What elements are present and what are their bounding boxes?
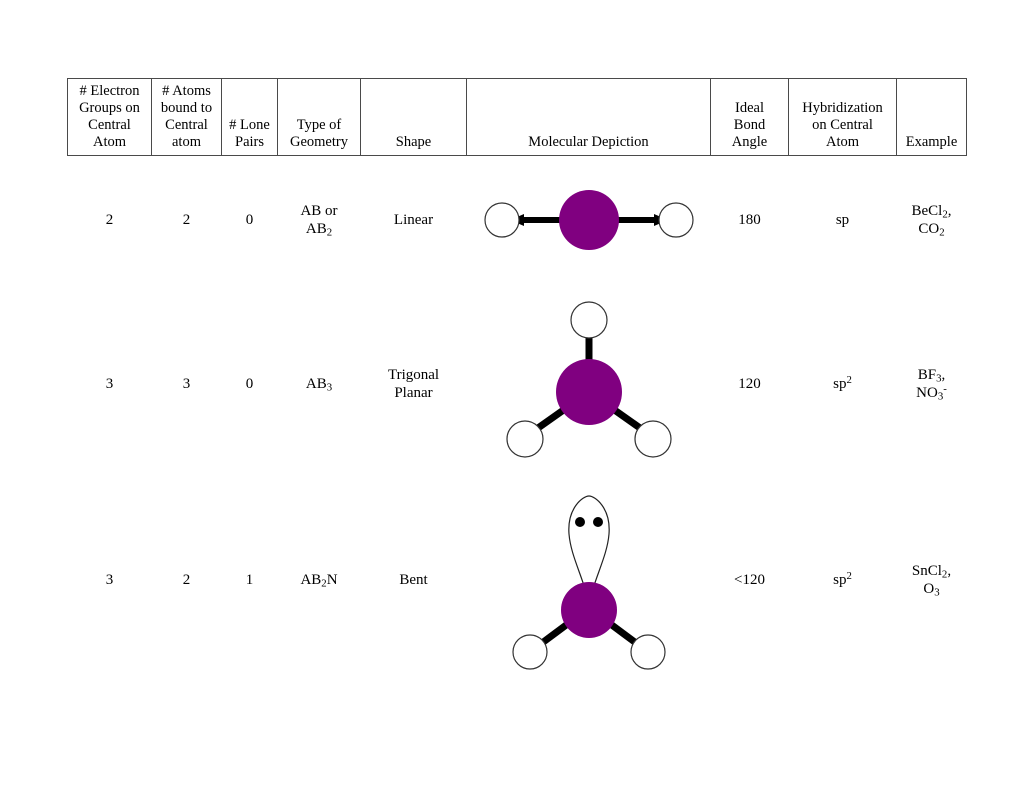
cell-molecular-depiction <box>467 284 711 484</box>
cell-molecular-depiction <box>467 484 711 676</box>
terminal-atom-right <box>657 202 694 239</box>
cell-bond-angle: 180 <box>738 212 761 229</box>
central-atom <box>555 358 622 425</box>
cell-shape: Trigonal Planar <box>387 367 440 402</box>
column-header-geometry-type: Type of Geometry <box>277 77 361 157</box>
column-header-example: Example <box>896 77 967 157</box>
terminal-atom-lower-left <box>511 634 548 670</box>
trigonal-planar-molecule-diagram <box>467 297 711 472</box>
cell-lone-pairs: 0 <box>245 376 254 393</box>
cell-bond-angle: 120 <box>738 376 761 393</box>
cell-geometry-type: AB or AB2 <box>300 203 338 239</box>
terminal-atom-top <box>569 301 608 339</box>
cell-atoms-bound: 2 <box>182 572 191 589</box>
lone-pair-electron-dot-left <box>574 516 585 527</box>
cell-electron-groups: 3 <box>105 376 114 393</box>
cell-hybridization: sp <box>835 212 850 229</box>
vsepr-geometry-table: # Electron Groups on Central Atom # Atom… <box>67 77 967 677</box>
table-row: 2 2 0 AB or AB2 Linear 180 sp BeCl2, CO2 <box>68 156 967 285</box>
cell-electron-groups: 2 <box>105 212 114 229</box>
vsepr-table-sheet: # Electron Groups on Central Atom # Atom… <box>67 77 967 677</box>
linear-molecule-svg <box>483 190 694 251</box>
terminal-atom-lower-left <box>505 420 544 458</box>
table-header: # Electron Groups on Central Atom # Atom… <box>67 77 967 157</box>
table-row: 3 2 1 AB2N Bent <120 sp2 SnCl2, O3 <box>68 484 967 676</box>
linear-molecule-diagram <box>467 185 711 255</box>
column-header-shape: Shape <box>360 77 467 157</box>
table-row: 3 3 0 AB3 Trigonal Planar 120 sp2 BF3, N… <box>68 284 967 484</box>
cell-lone-pairs: 1 <box>245 572 254 589</box>
table-body: 2 2 0 AB or AB2 Linear 180 sp BeCl2, CO2… <box>68 156 967 677</box>
column-header-lone-pairs: # Lone Pairs <box>221 77 278 157</box>
cell-bond-angle: <120 <box>734 572 765 589</box>
lone-pair-electron-dot-right <box>592 516 603 527</box>
terminal-atom-left <box>483 202 520 239</box>
cell-lone-pairs: 0 <box>245 212 254 229</box>
column-header-bond-angle: Ideal Bond Angle <box>710 77 789 157</box>
cell-molecular-depiction <box>467 156 711 285</box>
terminal-atom-lower-right <box>633 420 672 458</box>
central-atom <box>558 190 619 251</box>
bent-molecule-diagram <box>467 488 711 673</box>
cell-hybridization: sp2 <box>833 374 852 393</box>
column-header-atoms-bound: # Atoms bound to Central atom <box>151 77 222 157</box>
central-atom <box>560 581 617 638</box>
cell-geometry-type: AB3 <box>305 376 333 394</box>
cell-example: BeCl2, CO2 <box>911 203 952 239</box>
cell-atoms-bound: 2 <box>182 212 191 229</box>
bent-molecule-svg <box>511 495 666 670</box>
terminal-atom-lower-right <box>629 634 666 670</box>
column-header-molecular-depiction: Molecular Depiction <box>466 77 711 157</box>
cell-hybridization: sp2 <box>833 570 852 589</box>
cell-geometry-type: AB2N <box>300 572 338 590</box>
header-row: # Electron Groups on Central Atom # Atom… <box>67 77 967 157</box>
column-header-hybridization: Hybridization on Central Atom <box>788 77 897 157</box>
column-header-electron-groups: # Electron Groups on Central Atom <box>67 77 152 157</box>
cell-shape: Bent <box>399 572 428 589</box>
cell-example: BF3, NO3- <box>916 367 947 403</box>
cell-example: SnCl2, O3 <box>911 563 952 599</box>
trigonal-planar-molecule-svg <box>505 301 672 458</box>
cell-shape: Linear <box>393 212 434 229</box>
cell-electron-groups: 3 <box>105 572 114 589</box>
cell-atoms-bound: 3 <box>182 376 191 393</box>
